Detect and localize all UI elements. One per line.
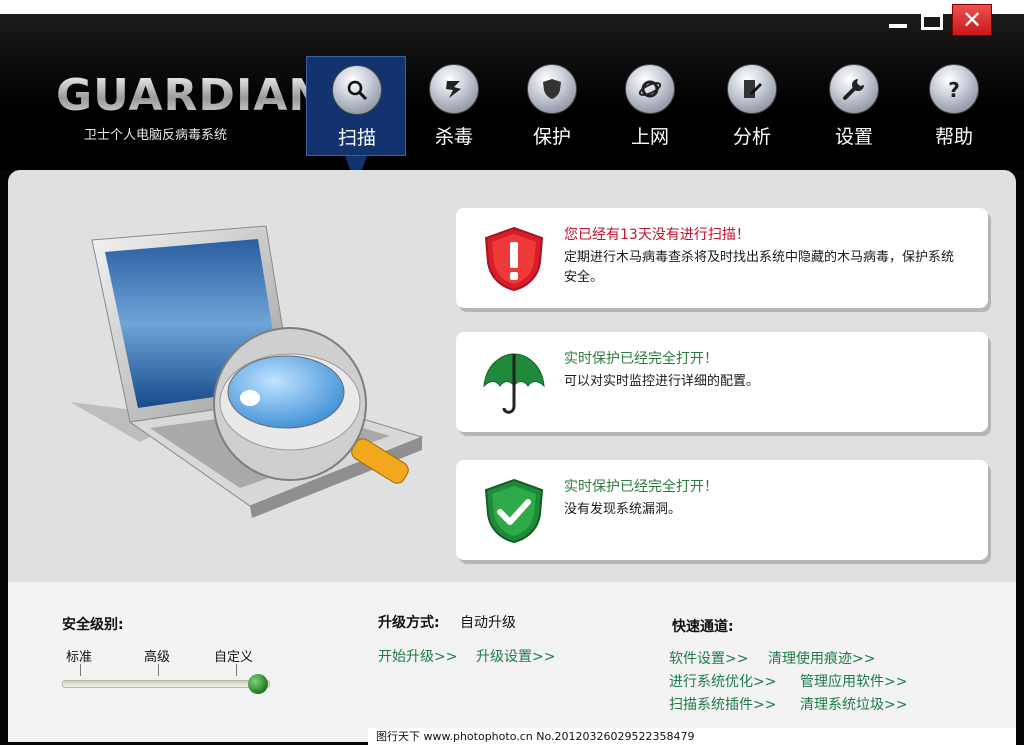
- help-icon: ?: [929, 64, 979, 114]
- nav-item-protect[interactable]: 保护: [502, 56, 602, 156]
- nav-item-settings[interactable]: 设置: [804, 56, 904, 156]
- start-upgrade-link[interactable]: 开始升级>>: [378, 646, 457, 666]
- software-settings-link[interactable]: 软件设置>>: [669, 648, 748, 668]
- nav-item-analyze[interactable]: 分析: [702, 56, 802, 156]
- nav-item-scan[interactable]: 扫描: [306, 56, 406, 186]
- card-title: 您已经有13天没有进行扫描！: [564, 227, 750, 243]
- clear-traces-link[interactable]: 清理使用痕迹>>: [768, 648, 875, 668]
- lightning-icon: [429, 64, 479, 114]
- slider-tick: [158, 664, 159, 676]
- minimize-button[interactable]: [886, 6, 910, 32]
- scan-reminder-card[interactable]: 您已经有13天没有进行扫描！ 定期进行木马病毒查杀将及时找出系统中隐藏的木马病毒…: [456, 208, 988, 308]
- app-subtitle: 卫士个人电脑反病毒系统: [84, 128, 228, 143]
- watermark-text: 图行天下 www.photophoto.cn No.20120326029522…: [368, 728, 1016, 745]
- internet-icon: [625, 64, 675, 114]
- maximize-button[interactable]: [918, 6, 943, 32]
- svg-text:?: ?: [948, 78, 960, 101]
- document-icon: [727, 64, 777, 114]
- check-shield-icon: [484, 478, 544, 544]
- nav-label: 设置: [834, 126, 873, 148]
- nav-label: 杀毒: [434, 126, 473, 148]
- close-button[interactable]: ✕: [952, 4, 992, 36]
- card-title: 实时保护已经完全打开！: [564, 479, 718, 495]
- wrench-icon: [829, 64, 879, 114]
- nav-label: 扫描: [337, 127, 376, 149]
- nav-label: 保护: [532, 126, 571, 148]
- clean-junk-link[interactable]: 清理系统垃圾>>: [800, 694, 907, 714]
- scan-plugins-link[interactable]: 扫描系统插件>>: [669, 694, 776, 714]
- top-border: [0, 0, 1024, 14]
- card-description: 定期进行木马病毒查杀将及时找出系统中隐藏的木马病毒，保护系统安全。: [564, 250, 955, 285]
- nav-item-internet[interactable]: 上网: [600, 56, 700, 156]
- optimize-system-link[interactable]: 进行系统优化>>: [669, 671, 776, 691]
- upgrade-method-value: 自动升级: [460, 615, 516, 631]
- upgrade-method-label: 升级方式:: [378, 615, 440, 631]
- security-level-slider[interactable]: [62, 680, 270, 688]
- shield-icon: [527, 64, 577, 114]
- security-level-slider-handle[interactable]: [248, 674, 268, 694]
- realtime-protection-card[interactable]: 实时保护已经完全打开！ 可以对实时监控进行详细的配置。: [456, 332, 988, 432]
- laptop-magnifier-illustration: [70, 225, 424, 518]
- card-description: 可以对实时监控进行详细的配置。: [564, 374, 760, 389]
- slider-tick: [236, 664, 237, 676]
- level-standard: 标准: [66, 650, 93, 665]
- bottom-panel: 安全级别: 标准 高级 自定义 升级方式: 自动升级 开始升级>> 升级设置>>…: [8, 582, 1016, 742]
- quick-access-label: 快速通道:: [672, 619, 734, 635]
- security-level-label: 安全级别:: [62, 617, 124, 633]
- umbrella-icon: [483, 353, 545, 414]
- upgrade-settings-link[interactable]: 升级设置>>: [476, 646, 555, 666]
- nav-item-kill[interactable]: 杀毒: [404, 56, 504, 156]
- nav-label: 分析: [732, 126, 771, 148]
- card-description: 没有发现系统漏洞。: [564, 502, 682, 517]
- nav-label: 上网: [630, 126, 669, 148]
- level-advanced: 高级: [144, 650, 171, 665]
- level-custom: 自定义: [214, 650, 254, 665]
- nav-item-help[interactable]: ? 帮助: [904, 56, 1004, 156]
- card-title: 实时保护已经完全打开！: [564, 351, 718, 367]
- nav-label: 帮助: [934, 126, 973, 148]
- vulnerability-card[interactable]: 实时保护已经完全打开！ 没有发现系统漏洞。: [456, 460, 988, 560]
- search-icon: [332, 65, 382, 115]
- app-logo: GUARDIAN: [56, 70, 327, 121]
- manage-apps-link[interactable]: 管理应用软件>>: [800, 671, 907, 691]
- content-panel: 您已经有13天没有进行扫描！ 定期进行木马病毒查杀将及时找出系统中隐藏的木马病毒…: [8, 170, 1016, 582]
- main-window: GUARDIAN 卫士个人电脑反病毒系统 ✕ 扫描 杀毒 保护 上网 分析 设置…: [0, 0, 1024, 745]
- slider-tick: [80, 664, 81, 676]
- alert-shield-icon: [484, 226, 544, 292]
